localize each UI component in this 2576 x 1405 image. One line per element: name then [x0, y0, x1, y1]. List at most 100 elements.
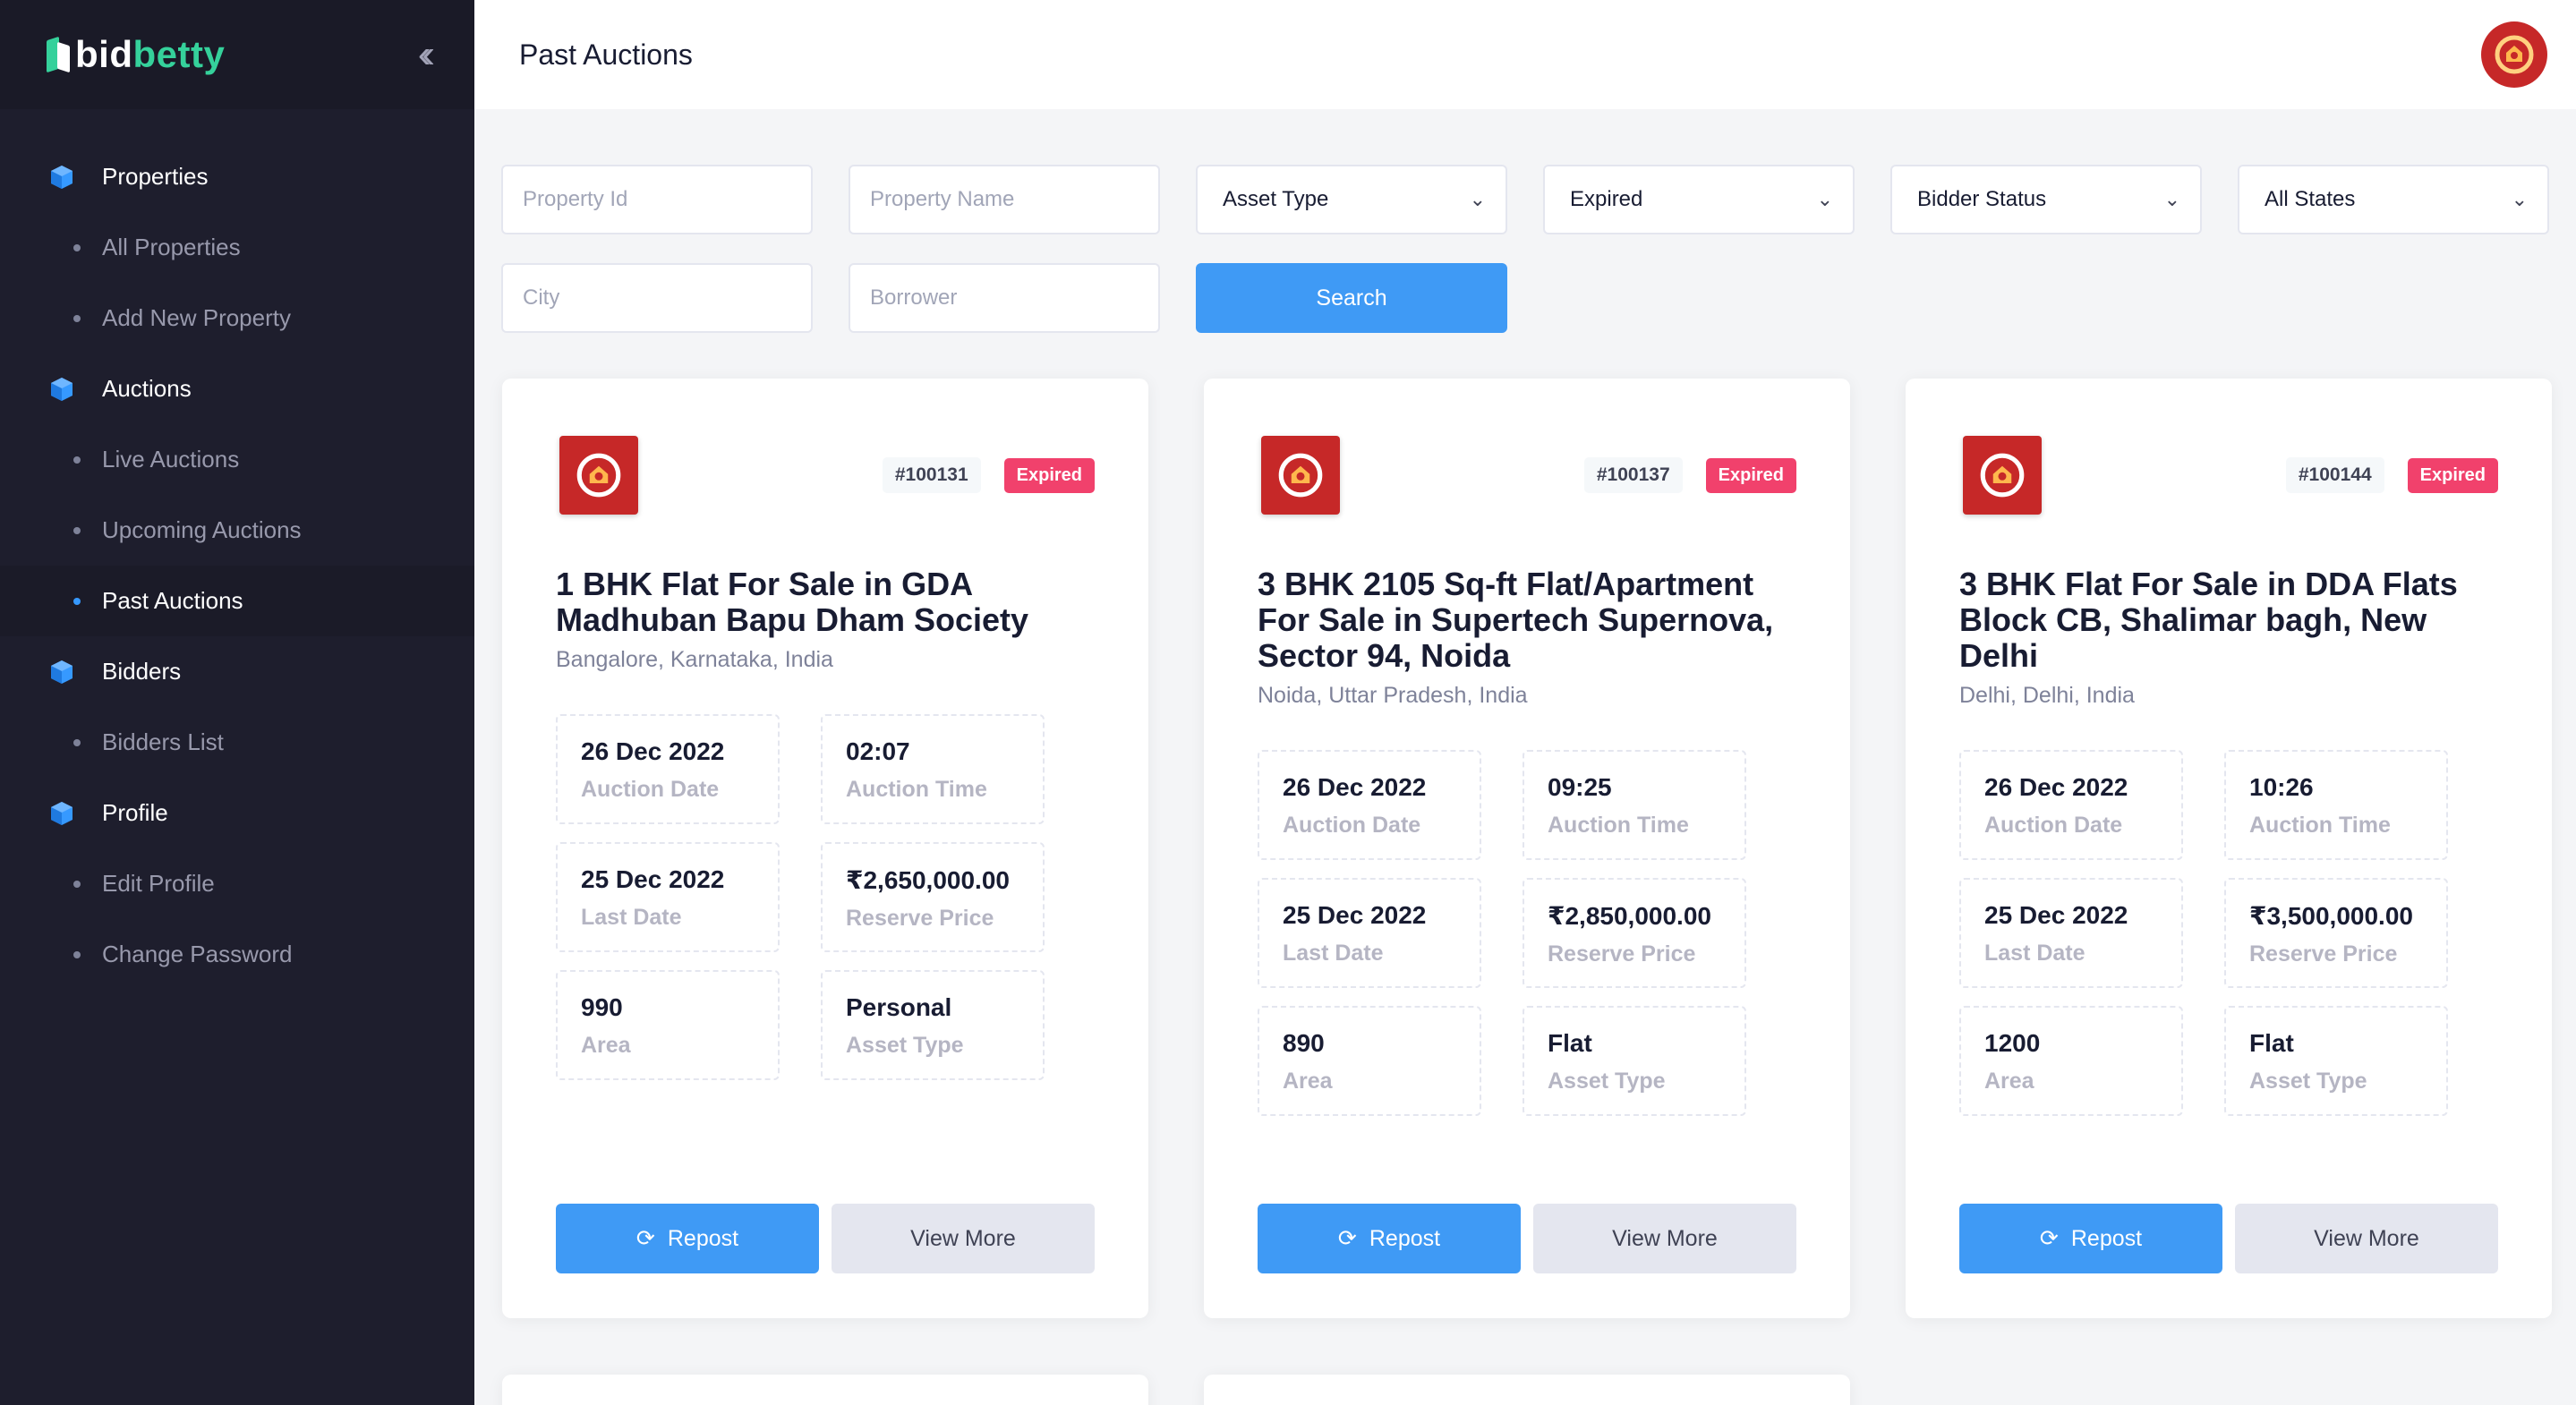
- sidebar-item-add-new-property[interactable]: Add New Property: [0, 283, 474, 353]
- repost-button[interactable]: ⟳ Repost: [1959, 1204, 2222, 1273]
- sidebar-item-label: Upcoming Auctions: [102, 516, 302, 543]
- sidebar-item-edit-profile[interactable]: Edit Profile: [0, 848, 474, 919]
- sidebar-item-all-properties[interactable]: All Properties: [0, 212, 474, 283]
- brand-bar: bidbetty ‹‹: [0, 0, 474, 109]
- bullet-icon: [73, 597, 81, 605]
- stat-auction-date: 26 Dec 2022 Auction Date: [556, 714, 780, 824]
- sidebar-item-label: Edit Profile: [102, 870, 215, 897]
- sidebar-menu: Properties All Properties Add New Proper…: [0, 109, 474, 990]
- bank-logo-icon: [2495, 35, 2534, 74]
- repost-button[interactable]: ⟳ Repost: [556, 1204, 819, 1273]
- filter-row: City Borrower Search: [501, 263, 2553, 333]
- auction-cards: #100131 Expired 1 BHK Flat For Sale in G…: [502, 379, 2552, 1318]
- stat-auction-date: 26 Dec 2022 Auction Date: [1258, 750, 1481, 860]
- page-title: Past Auctions: [519, 38, 693, 71]
- filter-row: Property Id Property Name Asset Type ⌄ Ex…: [501, 165, 2553, 234]
- sidebar-item-bidders-list[interactable]: Bidders List: [0, 707, 474, 778]
- refresh-icon: ⟳: [2039, 1226, 2059, 1251]
- borrower-input[interactable]: Borrower: [849, 263, 1160, 333]
- stat-reserve-price: ₹3,500,000.00 Reserve Price: [2224, 878, 2448, 988]
- bidbetty-logo[interactable]: bidbetty: [47, 33, 225, 76]
- property-location: Noida, Uttar Pradesh, India: [1258, 683, 1528, 708]
- cube-icon: [48, 800, 75, 827]
- cube-icon: [48, 164, 75, 191]
- bank-logo-icon: [559, 436, 638, 515]
- state-select[interactable]: All States ⌄: [2238, 165, 2549, 234]
- property-location: Bangalore, Karnataka, India: [556, 647, 833, 672]
- sidebar-item-past-auctions[interactable]: Past Auctions: [0, 566, 474, 636]
- property-name-input[interactable]: Property Name: [849, 165, 1160, 234]
- chevron-down-icon: ⌄: [1816, 188, 1833, 210]
- auction-card: #100131 Expired 1 BHK Flat For Sale in G…: [502, 379, 1148, 1318]
- cube-icon: [48, 376, 75, 403]
- view-more-button[interactable]: View More: [2235, 1204, 2498, 1273]
- status-badge: Expired: [1705, 457, 1796, 493]
- property-id-badge: #100131: [882, 457, 981, 493]
- auction-card: #100144 Expired 3 BHK Flat For Sale in D…: [1906, 379, 2552, 1318]
- stat-area: 1200 Area: [1959, 1006, 2183, 1116]
- property-title[interactable]: 3 BHK 2105 Sq-ft Flat/Apartment For Sale…: [1258, 566, 1796, 674]
- stat-asset-type: Flat Asset Type: [2224, 1006, 2448, 1116]
- sidebar-item-label: All Properties: [102, 234, 241, 260]
- sidebar: bidbetty ‹‹ Properties All Properties Ad…: [0, 0, 474, 1405]
- chevron-down-icon: ⌄: [2163, 188, 2180, 210]
- stat-auction-time: 10:26 Auction Time: [2224, 750, 2448, 860]
- status-badge: Expired: [2407, 457, 2498, 493]
- stat-area: 890 Area: [1258, 1006, 1481, 1116]
- stats-grid: 26 Dec 2022 Auction Date 02:07 Auction Tim…: [556, 714, 1095, 1080]
- property-title[interactable]: 3 BHK Flat For Sale in DDA Flats Block C…: [1959, 566, 2498, 674]
- status-badge: Expired: [1003, 457, 1095, 493]
- filter-panel: Property Id Property Name Asset Type ⌄ Ex…: [501, 165, 2553, 362]
- sidebar-section-label: Properties: [102, 163, 209, 190]
- sidebar-section-properties[interactable]: Properties: [0, 141, 474, 212]
- stat-area: 990 Area: [556, 970, 780, 1080]
- sidebar-section-label: Profile: [102, 799, 168, 826]
- stat-auction-time: 09:25 Auction Time: [1523, 750, 1746, 860]
- logo-text-betty: betty: [132, 33, 226, 75]
- cube-icon: [48, 659, 75, 685]
- asset-type-select[interactable]: Asset Type ⌄: [1196, 165, 1507, 234]
- status-select[interactable]: Expired ⌄: [1543, 165, 1855, 234]
- sidebar-section-auctions[interactable]: Auctions: [0, 353, 474, 424]
- refresh-icon: ⟳: [1337, 1226, 1357, 1251]
- stat-last-date: 25 Dec 2022 Last Date: [556, 842, 780, 952]
- user-avatar[interactable]: [2481, 21, 2547, 88]
- bidder-status-select[interactable]: Bidder Status ⌄: [1890, 165, 2202, 234]
- bullet-icon: [73, 243, 81, 251]
- bullet-icon: [73, 526, 81, 534]
- property-location: Delhi, Delhi, India: [1959, 683, 2135, 708]
- stats-grid: 26 Dec 2022 Auction Date 10:26 Auction Tim…: [1959, 750, 2498, 1116]
- auction-card-partial: [1204, 1375, 1850, 1405]
- chevron-down-icon: ⌄: [1469, 188, 1486, 210]
- city-input[interactable]: City: [501, 263, 813, 333]
- property-id-input[interactable]: Property Id: [501, 165, 813, 234]
- view-more-button[interactable]: View More: [1533, 1204, 1796, 1273]
- property-id-badge: #100137: [1583, 457, 1683, 493]
- refresh-icon: ⟳: [635, 1226, 655, 1251]
- bullet-icon: [73, 738, 81, 746]
- auction-card-partial: [502, 1375, 1148, 1405]
- collapse-sidebar-icon[interactable]: ‹‹: [418, 35, 436, 74]
- sidebar-section-label: Bidders: [102, 658, 182, 685]
- property-id-badge: #100144: [2285, 457, 2384, 493]
- sidebar-section-bidders[interactable]: Bidders: [0, 636, 474, 707]
- bullet-icon: [73, 880, 81, 888]
- stat-last-date: 25 Dec 2022 Last Date: [1258, 878, 1481, 988]
- view-more-button[interactable]: View More: [832, 1204, 1095, 1273]
- bullet-icon: [73, 314, 81, 322]
- sidebar-section-label: Auctions: [102, 375, 192, 402]
- sidebar-item-label: Add New Property: [102, 304, 291, 331]
- search-button[interactable]: Search: [1196, 263, 1507, 333]
- auction-card: #100137 Expired 3 BHK 2105 Sq-ft Flat/Ap…: [1204, 379, 1850, 1318]
- sidebar-section-profile[interactable]: Profile: [0, 778, 474, 848]
- sidebar-item-live-auctions[interactable]: Live Auctions: [0, 424, 474, 495]
- property-title[interactable]: 1 BHK Flat For Sale in GDA Madhuban Bapu…: [556, 566, 1095, 638]
- stat-reserve-price: ₹2,850,000.00 Reserve Price: [1523, 878, 1746, 988]
- repost-button[interactable]: ⟳ Repost: [1258, 1204, 1521, 1273]
- stat-auction-date: 26 Dec 2022 Auction Date: [1959, 750, 2183, 860]
- stat-asset-type: Flat Asset Type: [1523, 1006, 1746, 1116]
- bullet-icon: [73, 950, 81, 958]
- sidebar-item-upcoming-auctions[interactable]: Upcoming Auctions: [0, 495, 474, 566]
- sidebar-item-change-password[interactable]: Change Password: [0, 919, 474, 990]
- sidebar-item-label: Live Auctions: [102, 446, 240, 473]
